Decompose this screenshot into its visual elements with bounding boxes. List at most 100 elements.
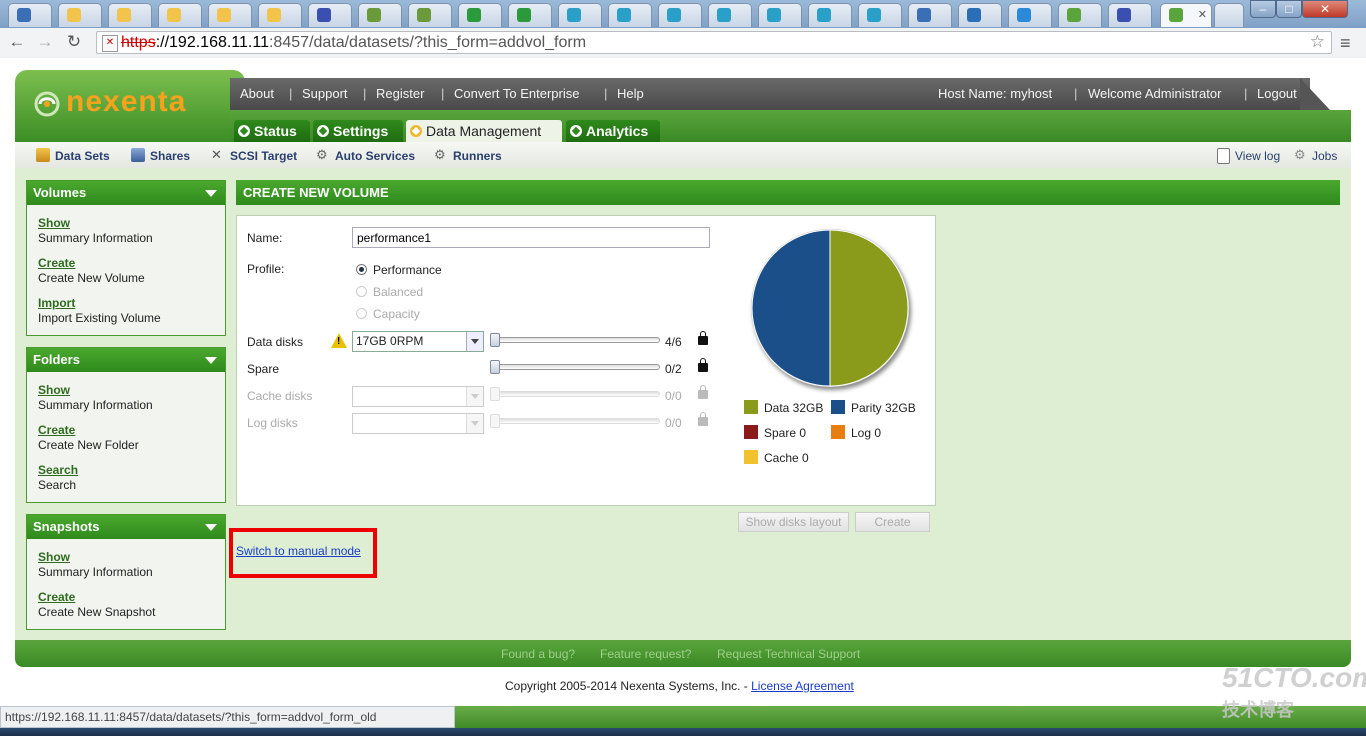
browser-tab[interactable] (958, 3, 1002, 27)
browser-menu-icon[interactable]: ≡ (1340, 33, 1351, 54)
browser-tab[interactable] (758, 3, 802, 27)
cache-disks-lock-icon[interactable] (698, 385, 708, 399)
log-disks-slider-track[interactable] (490, 418, 660, 424)
create-button[interactable]: Create (855, 512, 930, 532)
folders-search-link[interactable]: Search (38, 463, 78, 477)
browser-tab[interactable] (408, 3, 452, 27)
folders-create-link[interactable]: Create (38, 423, 75, 437)
snapshots-create-link[interactable]: Create (38, 590, 75, 604)
browser-tab[interactable] (608, 3, 652, 27)
collapse-triangle-icon[interactable] (205, 357, 217, 364)
show-disks-layout-button[interactable]: Show disks layout (738, 512, 849, 532)
support-link[interactable]: Support (302, 86, 348, 101)
bookmark-star-icon[interactable]: ☆ (1310, 32, 1325, 52)
forward-icon[interactable]: → (34, 31, 56, 53)
cache-disks-slider-handle[interactable] (490, 387, 500, 401)
reload-icon[interactable]: ↻ (63, 31, 85, 53)
browser-tab[interactable] (458, 3, 502, 27)
browser-tab[interactable] (8, 3, 52, 27)
cache-disks-slider-track[interactable] (490, 391, 660, 397)
spare-lock-icon[interactable] (698, 358, 708, 372)
browser-tab[interactable] (808, 3, 852, 27)
browser-tab[interactable] (1058, 3, 1102, 27)
license-agreement-link[interactable]: License Agreement (751, 679, 854, 693)
browser-tab[interactable] (708, 3, 752, 27)
profile-performance-radio[interactable] (356, 264, 367, 275)
about-link[interactable]: About (240, 86, 274, 101)
jobs-link[interactable]: Jobs (1312, 149, 1337, 163)
feature-request-link[interactable]: Feature request? (600, 647, 691, 661)
data-disks-slider-track[interactable] (490, 337, 660, 343)
log-disks-slider-handle[interactable] (490, 414, 500, 428)
spare-slider-track[interactable] (490, 364, 660, 370)
url-text: https://192.168.11.11:8457/data/datasets… (121, 34, 587, 51)
minimize-button[interactable]: – (1250, 0, 1276, 18)
data-disks-slider-handle[interactable] (490, 333, 500, 347)
subnav-data-sets[interactable]: Data Sets (55, 149, 110, 163)
browser-tab[interactable] (858, 3, 902, 27)
browser-tab[interactable] (1108, 3, 1152, 27)
browser-tab[interactable] (508, 3, 552, 27)
technical-support-link[interactable]: Request Technical Support (717, 647, 860, 661)
browser-tab[interactable] (208, 3, 252, 27)
profile-balanced-radio[interactable] (356, 286, 367, 297)
subnav-auto-services[interactable]: Auto Services (335, 149, 415, 163)
browser-tab[interactable] (658, 3, 702, 27)
tab-settings[interactable]: Settings (313, 120, 403, 142)
close-window-button[interactable]: ✕ (1302, 0, 1348, 18)
tab-analytics[interactable]: Analytics (566, 120, 660, 142)
found-bug-link[interactable]: Found a bug? (501, 647, 575, 661)
data-disks-select[interactable]: 17GB 0RPM (352, 331, 484, 352)
convert-enterprise-link[interactable]: Convert To Enterprise (454, 86, 580, 101)
snapshots-show-link[interactable]: Show (38, 550, 70, 564)
browser-tab-active[interactable]: ✕ (1160, 3, 1212, 27)
new-tab-button[interactable] (1214, 3, 1244, 27)
browser-tab[interactable] (358, 3, 402, 27)
collapse-triangle-icon[interactable] (205, 524, 217, 531)
snapshots-panel-header[interactable]: Snapshots (27, 515, 225, 539)
cache-disks-select[interactable] (352, 386, 484, 407)
spare-slider-handle[interactable] (490, 360, 500, 374)
register-link[interactable]: Register (376, 86, 424, 101)
name-label: Name: (247, 231, 283, 245)
collapse-triangle-icon[interactable] (205, 190, 217, 197)
folders-show-desc: Summary Information (38, 398, 153, 412)
browser-tab[interactable] (108, 3, 152, 27)
browser-tab[interactable] (58, 3, 102, 27)
help-link[interactable]: Help (617, 86, 644, 101)
back-icon[interactable]: ← (6, 31, 28, 53)
browser-tab[interactable] (258, 3, 302, 27)
browser-tab[interactable] (308, 3, 352, 27)
subnav-scsi-target[interactable]: SCSI Target (230, 149, 297, 163)
browser-tab[interactable] (908, 3, 952, 27)
browser-tab[interactable] (558, 3, 602, 27)
switch-manual-mode-link[interactable]: Switch to manual mode (236, 544, 361, 558)
tab-favicon-icon (567, 8, 581, 22)
subnav-runners[interactable]: Runners (453, 149, 502, 163)
log-disks-lock-icon[interactable] (698, 412, 708, 426)
profile-capacity-radio[interactable] (356, 308, 367, 319)
volumes-panel-header[interactable]: Volumes (27, 181, 225, 205)
volume-name-input[interactable] (352, 227, 710, 248)
view-log-link[interactable]: View log (1235, 149, 1280, 163)
tab-data-management[interactable]: Data Management (406, 120, 562, 142)
subnav-shares[interactable]: Shares (150, 149, 190, 163)
pie-slice-parity (751, 229, 831, 387)
folders-show-link[interactable]: Show (38, 383, 70, 397)
volumes-show-link[interactable]: Show (38, 216, 70, 230)
browser-tab[interactable] (1008, 3, 1052, 27)
profile-balanced-label: Balanced (373, 285, 424, 299)
address-bar[interactable]: ✕ https://192.168.11.11:8457/data/datase… (96, 31, 1332, 54)
nexenta-logo[interactable]: nexenta (66, 85, 186, 119)
tab-status[interactable]: Status (234, 120, 310, 142)
close-tab-icon[interactable]: ✕ (1198, 8, 1207, 21)
data-disks-lock-icon[interactable] (698, 331, 708, 345)
maximize-button[interactable]: □ (1276, 0, 1302, 18)
log-disks-select[interactable] (352, 413, 484, 434)
snapshots-panel: Snapshots Show Summary Information Creat… (26, 514, 226, 630)
volumes-create-link[interactable]: Create (38, 256, 75, 270)
browser-tab[interactable] (158, 3, 202, 27)
logout-link[interactable]: Logout (1257, 86, 1297, 101)
folders-panel-header[interactable]: Folders (27, 348, 225, 372)
volumes-import-link[interactable]: Import (38, 296, 75, 310)
